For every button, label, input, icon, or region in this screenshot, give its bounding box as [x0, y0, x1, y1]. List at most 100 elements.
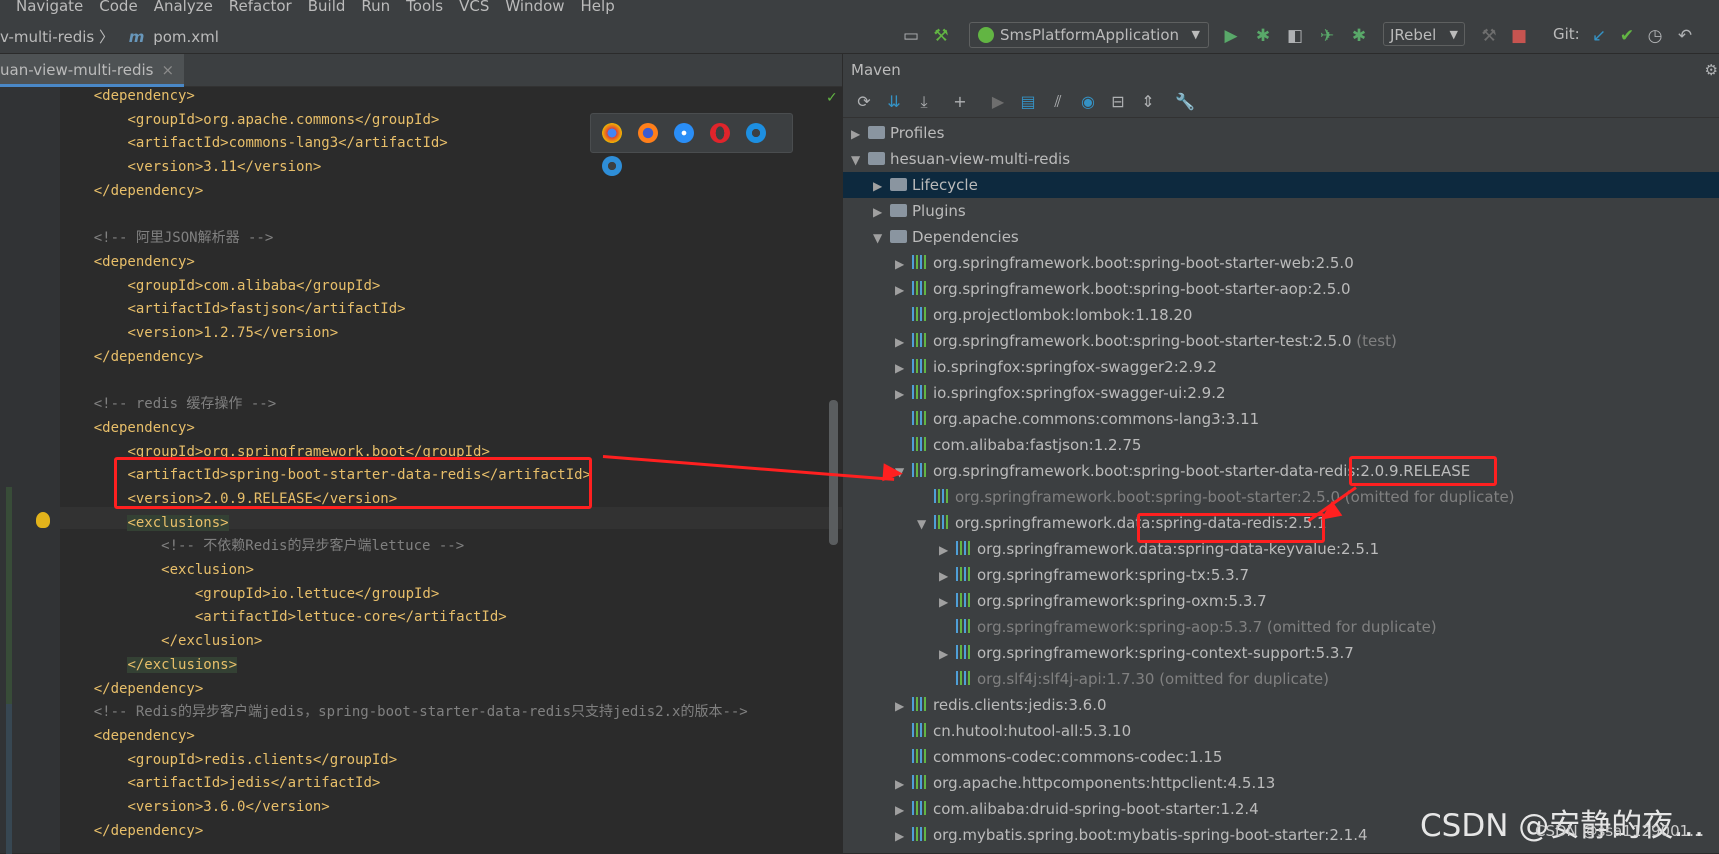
- menu-help[interactable]: Help: [581, 0, 615, 14]
- dependency-node[interactable]: ▶ org.springframework.boot:spring-boot-st…: [895, 276, 1351, 302]
- dependency-node[interactable]: ▶ org.springframework:spring-oxm:5.3.7: [939, 588, 1267, 614]
- internet-explorer-icon[interactable]: [746, 123, 767, 143]
- collapse-all-icon[interactable]: ⇕: [1139, 93, 1157, 111]
- debug-icon[interactable]: ✱: [1254, 27, 1272, 45]
- library-icon: [912, 281, 928, 295]
- coverage-icon[interactable]: ◧: [1286, 27, 1304, 45]
- jrebel-run-icon[interactable]: ✈: [1318, 27, 1336, 45]
- menu-run[interactable]: Run: [361, 0, 390, 14]
- expanded-arrow-icon[interactable]: ▼: [917, 511, 931, 537]
- hammer-disabled-icon[interactable]: ⚒: [1480, 27, 1498, 45]
- breadcrumb-project[interactable]: v-multi-redis: [0, 28, 94, 46]
- jrebel-debug-icon[interactable]: ✱: [1350, 27, 1368, 45]
- toggle-offline-icon[interactable]: ⫽: [1049, 93, 1067, 111]
- collapsed-arrow-icon[interactable]: ▶: [851, 121, 865, 147]
- dependency-node[interactable]: com.alibaba:fastjson:1.2.75: [895, 432, 1141, 458]
- collapsed-arrow-icon[interactable]: ▶: [939, 537, 953, 563]
- run-maven-icon[interactable]: ▶: [989, 93, 1007, 111]
- breadcrumb-file[interactable]: pom.xml: [153, 28, 219, 46]
- skip-tests-icon[interactable]: ◉: [1079, 93, 1097, 111]
- dependency-node[interactable]: ▶ org.apache.httpcomponents:httpclient:4.…: [895, 770, 1275, 796]
- dependency-node[interactable]: ▶ org.springframework:spring-context-supp…: [939, 640, 1354, 666]
- code-line: </dependency>: [60, 346, 204, 368]
- dependency-node[interactable]: org.springframework:spring-aop:5.3.7 (om…: [939, 614, 1437, 640]
- collapsed-arrow-icon[interactable]: ▶: [895, 693, 909, 719]
- lightbulb-icon[interactable]: [36, 512, 50, 528]
- gear-icon[interactable]: ⚙: [1705, 54, 1718, 86]
- stop-icon[interactable]: ■: [1510, 27, 1528, 45]
- library-icon: [912, 723, 928, 737]
- dependency-node[interactable]: commons-codec:commons-codec:1.15: [895, 744, 1222, 770]
- expanded-arrow-icon[interactable]: ▼: [851, 147, 865, 173]
- git-history-icon[interactable]: ◷: [1646, 27, 1664, 45]
- dependency-node[interactable]: ▶ org.springframework:spring-tx:5.3.7: [939, 562, 1249, 588]
- code-line: <dependency>: [60, 417, 195, 439]
- dependency-node[interactable]: org.apache.commons:commons-lang3:3.11: [895, 406, 1259, 432]
- layout-icon[interactable]: ▭: [902, 27, 920, 45]
- collapsed-arrow-icon[interactable]: ▶: [873, 199, 887, 225]
- jrebel-select[interactable]: JRebel ▼: [1383, 22, 1465, 46]
- code-text: <version>3.6.0</version>: [127, 799, 330, 815]
- menu-code[interactable]: Code: [99, 0, 137, 14]
- build-hammer-icon[interactable]: ⚒: [932, 27, 950, 45]
- dependency-node[interactable]: ▶ io.springfox:springfox-swagger2:2.9.2: [895, 354, 1217, 380]
- dependency-node[interactable]: ▶ io.springfox:springfox-swagger-ui:2.9.2: [895, 380, 1226, 406]
- run-config-select[interactable]: SmsPlatformApplication ▼: [969, 22, 1209, 48]
- add-icon[interactable]: +: [951, 93, 969, 111]
- reimport-icon[interactable]: ⟳: [855, 93, 873, 111]
- tree-node[interactable]: ▶ Profiles: [851, 120, 944, 146]
- tree-node[interactable]: ▶ Plugins: [873, 198, 966, 224]
- menu-navigate[interactable]: Navigate: [16, 0, 83, 14]
- chrome-icon[interactable]: [602, 123, 622, 143]
- execute-goal-icon[interactable]: ▤: [1019, 93, 1037, 111]
- dependency-node[interactable]: org.projectlombok:lombok:1.18.20: [895, 302, 1192, 328]
- expanded-arrow-icon[interactable]: ▼: [873, 225, 887, 251]
- menu-vcs[interactable]: VCS: [459, 0, 489, 14]
- close-icon[interactable]: ×: [162, 61, 175, 79]
- collapsed-arrow-icon[interactable]: ▶: [895, 797, 909, 823]
- collapsed-arrow-icon[interactable]: ▶: [895, 329, 909, 355]
- generate-sources-icon[interactable]: ⇊: [885, 93, 903, 111]
- git-revert-icon[interactable]: ↶: [1676, 27, 1694, 45]
- menu-refactor[interactable]: Refactor: [229, 0, 292, 14]
- collapsed-arrow-icon[interactable]: ▶: [939, 589, 953, 615]
- dependency-node[interactable]: ▶ org.mybatis.spring.boot:mybatis-spring-…: [895, 822, 1368, 848]
- menu-window[interactable]: Window: [505, 0, 564, 14]
- dependency-node[interactable]: org.slf4j:slf4j-api:1.7.30 (omitted for …: [939, 666, 1329, 692]
- opera-icon[interactable]: [710, 123, 731, 143]
- collapsed-arrow-icon[interactable]: ▶: [873, 173, 887, 199]
- show-dependencies-icon[interactable]: ⊟: [1109, 93, 1127, 111]
- dependency-node[interactable]: ▶ redis.clients:jedis:3.6.0: [895, 692, 1107, 718]
- run-icon[interactable]: ▶: [1222, 27, 1240, 45]
- menu-build[interactable]: Build: [308, 0, 346, 14]
- edge-icon[interactable]: [602, 156, 622, 176]
- dependency-node[interactable]: ▶ org.springframework.boot:spring-boot-st…: [895, 250, 1354, 276]
- collapsed-arrow-icon[interactable]: ▶: [939, 641, 953, 667]
- code-line: <exclusions>: [60, 512, 229, 534]
- maven-toolbar: ⟳ ⇊ ⤓ + ▶ ▤ ⫽ ◉ ⊟ ⇕ 🔧: [843, 87, 1719, 118]
- git-commit-icon[interactable]: ✔: [1618, 27, 1636, 45]
- collapsed-arrow-icon[interactable]: ▶: [895, 771, 909, 797]
- download-icon[interactable]: ⤓: [915, 93, 933, 111]
- tab-pom-xml[interactable]: uan-view-multi-redis ×: [0, 54, 185, 87]
- dependency-node[interactable]: cn.hutool:hutool-all:5.3.10: [895, 718, 1131, 744]
- git-update-icon[interactable]: ↙: [1590, 27, 1608, 45]
- collapsed-arrow-icon[interactable]: ▶: [939, 563, 953, 589]
- collapsed-arrow-icon[interactable]: ▶: [895, 355, 909, 381]
- dependency-node[interactable]: ▶ com.alibaba:druid-spring-boot-starter:1…: [895, 796, 1259, 822]
- tree-node[interactable]: ▼ hesuan-view-multi-redis: [851, 146, 1070, 172]
- safari-icon[interactable]: [674, 123, 695, 143]
- collapsed-arrow-icon[interactable]: ▶: [895, 381, 909, 407]
- tree-node[interactable]: ▼ Dependencies: [873, 224, 1019, 250]
- menu-tools[interactable]: Tools: [406, 0, 443, 14]
- dependency-node[interactable]: org.springframework.boot:spring-boot-sta…: [917, 484, 1515, 510]
- wrench-icon[interactable]: 🔧: [1175, 93, 1195, 111]
- dependency-node[interactable]: ▶ org.springframework.boot:spring-boot-st…: [895, 328, 1397, 354]
- tree-node[interactable]: ▶ Lifecycle: [843, 172, 1719, 198]
- collapsed-arrow-icon[interactable]: ▶: [895, 251, 909, 277]
- collapsed-arrow-icon[interactable]: ▶: [895, 823, 909, 849]
- collapsed-arrow-icon[interactable]: ▶: [895, 277, 909, 303]
- firefox-icon[interactable]: [638, 123, 659, 143]
- menu-analyze[interactable]: Analyze: [154, 0, 213, 14]
- folder-icon: [890, 230, 907, 243]
